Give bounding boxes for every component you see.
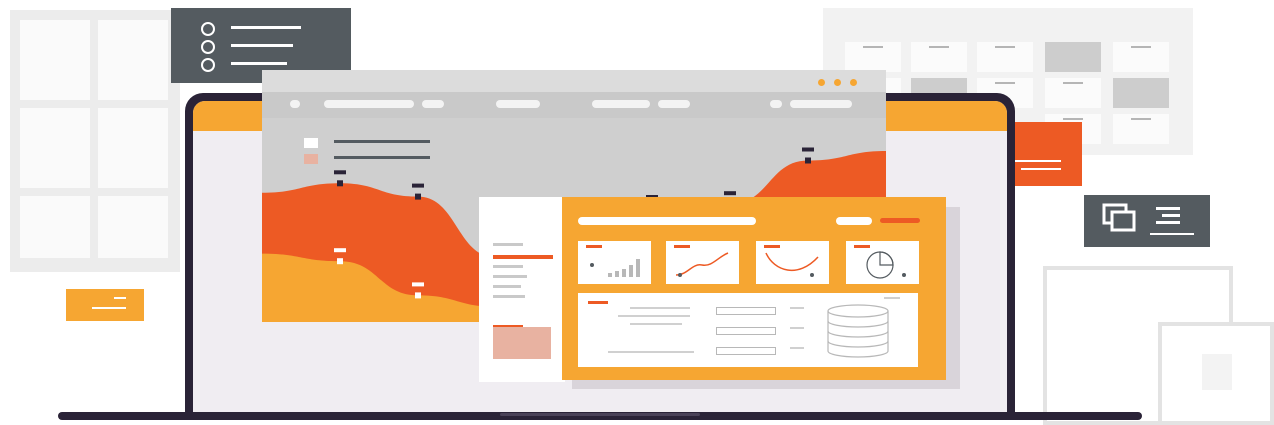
badge-graphic bbox=[92, 297, 126, 309]
mini-bar bbox=[622, 269, 626, 277]
mini-bar bbox=[615, 271, 619, 277]
sidebar-item[interactable] bbox=[493, 295, 525, 298]
data-label bbox=[412, 183, 424, 188]
window-pane bbox=[98, 20, 168, 100]
window-pane bbox=[98, 108, 168, 188]
window-pane bbox=[20, 196, 90, 258]
stacked-cards-card bbox=[1084, 195, 1210, 247]
background-window bbox=[10, 10, 180, 272]
mini-bar bbox=[636, 259, 640, 277]
mini-bar bbox=[629, 265, 633, 277]
list-line bbox=[231, 62, 287, 65]
data-point bbox=[337, 180, 343, 187]
panel-sidebar bbox=[479, 197, 565, 382]
list-row bbox=[201, 58, 331, 72]
analytics-panel bbox=[562, 197, 946, 380]
data-label bbox=[334, 248, 346, 253]
data-point bbox=[337, 258, 343, 265]
sidebar-item[interactable] bbox=[493, 275, 527, 278]
bullet-icon bbox=[201, 58, 215, 72]
grid-cell bbox=[911, 42, 967, 72]
list-line bbox=[231, 26, 301, 29]
bullet-icon bbox=[201, 22, 215, 36]
grid-cell bbox=[1113, 78, 1169, 108]
list-row bbox=[201, 22, 331, 36]
data-point bbox=[415, 193, 421, 200]
data-label bbox=[724, 191, 736, 196]
grid-cell bbox=[1045, 78, 1101, 108]
window-pane bbox=[98, 196, 168, 258]
panel-action-label[interactable] bbox=[880, 218, 920, 223]
small-orange-badge bbox=[66, 289, 144, 321]
laptop-notch bbox=[500, 413, 700, 416]
mini-bar-chart-card bbox=[578, 241, 651, 284]
mini-line-chart-card bbox=[666, 241, 739, 284]
grid-cell bbox=[1045, 42, 1101, 72]
mini-pie-chart-card bbox=[846, 241, 919, 284]
panel-search-bar[interactable] bbox=[578, 217, 756, 225]
data-label bbox=[802, 147, 814, 152]
sidebar-item[interactable] bbox=[493, 285, 521, 288]
mini-bar bbox=[608, 273, 612, 277]
list-line bbox=[231, 44, 293, 47]
window-pane bbox=[20, 20, 90, 100]
mini-dot bbox=[590, 263, 594, 267]
grid-cell bbox=[1113, 42, 1169, 72]
grid-cell bbox=[1113, 114, 1169, 144]
stacked-cards-icon bbox=[1102, 203, 1194, 235]
data-point bbox=[415, 292, 421, 299]
grid-cell bbox=[845, 42, 901, 72]
list-row bbox=[201, 40, 331, 54]
empty-frame-small bbox=[1158, 322, 1274, 425]
sidebar-item[interactable] bbox=[493, 265, 523, 268]
bullet-icon bbox=[201, 40, 215, 54]
database-icon bbox=[827, 304, 889, 358]
panel-pill[interactable] bbox=[836, 217, 872, 225]
mini-curve-chart-card bbox=[756, 241, 829, 284]
data-point bbox=[805, 157, 811, 164]
sidebar-item[interactable] bbox=[493, 243, 523, 246]
data-table-card bbox=[578, 293, 918, 367]
data-label bbox=[334, 170, 346, 175]
data-label bbox=[412, 282, 424, 287]
grid-cell bbox=[977, 42, 1033, 72]
thumbnail[interactable] bbox=[493, 327, 551, 359]
window-pane bbox=[20, 108, 90, 188]
sidebar-item-active[interactable] bbox=[493, 255, 553, 259]
